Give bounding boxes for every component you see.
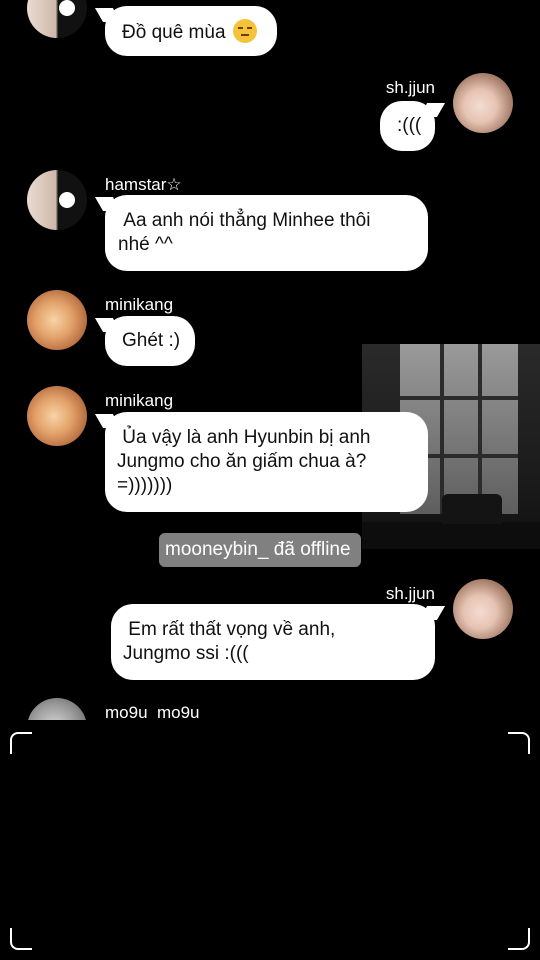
avatar[interactable] xyxy=(453,73,513,133)
sender-name[interactable]: minikang xyxy=(105,295,173,315)
sender-name[interactable]: minikang xyxy=(105,391,173,411)
message-text: Ủa vậy là anh Hyunbin bị anh Jungmo cho … xyxy=(117,427,371,496)
bottom-frame-area xyxy=(0,720,540,960)
sender-name[interactable]: hamstar☆ xyxy=(105,175,182,195)
message-text: Ghét :) xyxy=(122,330,181,351)
frame-corner-icon xyxy=(10,732,32,754)
offline-notice: mooneybin_ đã offline xyxy=(159,533,361,567)
avatar[interactable] xyxy=(27,0,87,38)
message-bubble[interactable]: Em rất thất vọng về anh, Jungmo ssi :((( xyxy=(111,604,435,680)
message-bubble[interactable]: Ghét :) xyxy=(105,316,195,366)
avatar[interactable] xyxy=(27,170,87,230)
frame-corner-icon xyxy=(508,732,530,754)
message-bubble[interactable]: Aa anh nói thẳng Minhee thôi nhé ^^ xyxy=(105,195,428,271)
message-text: Đồ quê mùa xyxy=(122,22,226,43)
sender-name[interactable]: sh.jjun xyxy=(340,78,435,98)
message-bubble[interactable]: Đồ quê mùa xyxy=(105,6,277,56)
unamused-face-emoji-icon xyxy=(232,19,257,43)
message-bubble[interactable]: Ủa vậy là anh Hyunbin bị anh Jungmo cho … xyxy=(105,412,428,512)
avatar[interactable] xyxy=(27,290,87,350)
avatar[interactable] xyxy=(27,386,87,446)
message-text: :((( xyxy=(397,115,422,136)
sender-name[interactable]: sh.jjun xyxy=(340,584,435,604)
message-text: Em rất thất vọng về anh, Jungmo ssi :((( xyxy=(123,619,336,664)
frame-corner-icon xyxy=(10,928,32,950)
message-text: Aa anh nói thẳng Minhee thôi nhé ^^ xyxy=(118,210,371,255)
frame-corner-icon xyxy=(508,928,530,950)
avatar[interactable] xyxy=(453,579,513,639)
message-bubble[interactable]: :((( xyxy=(380,101,435,151)
